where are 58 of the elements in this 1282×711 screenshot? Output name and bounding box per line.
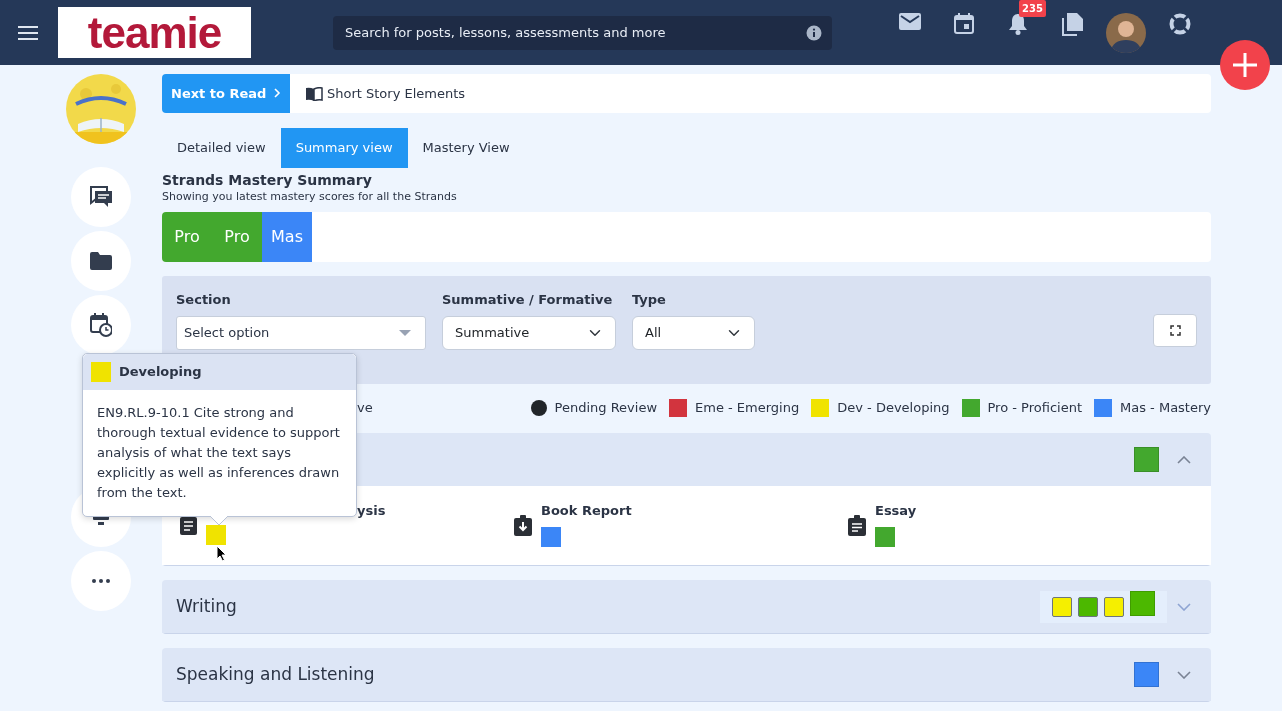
summary-title: Strands Mastery Summary <box>162 171 373 189</box>
filter-label: Type <box>632 291 667 309</box>
fullscreen-button[interactable] <box>1153 314 1197 347</box>
strand-header[interactable]: Speaking and Listening <box>162 648 1211 701</box>
chevron-right-icon <box>273 87 281 98</box>
caret-icon <box>399 329 411 336</box>
calendar-icon[interactable] <box>954 12 974 34</box>
filter-select[interactable]: Summative <box>442 315 616 350</box>
score-square[interactable] <box>541 526 561 547</box>
cursor-icon <box>216 545 227 562</box>
documents-icon[interactable] <box>1061 12 1083 36</box>
mastery-segment: Pro <box>162 212 212 262</box>
info-icon[interactable] <box>806 24 822 41</box>
calendar-clock-icon <box>90 313 112 337</box>
search-input[interactable]: Search for posts, lessons, assessments and more <box>333 22 798 43</box>
clipboard-icon <box>848 515 866 536</box>
lesson-link[interactable]: Short Story Elements <box>327 83 466 104</box>
strand-header[interactable]: Writing <box>162 580 1211 633</box>
view-tab[interactable]: Mastery View <box>407 128 525 168</box>
legend-label: Pending Review <box>554 399 658 418</box>
strand-title: Writing <box>176 594 237 618</box>
add-button[interactable] <box>1220 40 1270 90</box>
search-field[interactable]: Search for posts, lessons, assessments and more <box>333 15 832 50</box>
menu-icon[interactable] <box>18 25 38 40</box>
folder-icon <box>90 252 112 270</box>
mail-icon[interactable] <box>899 12 921 30</box>
filter-select[interactable]: All <box>632 315 755 350</box>
assessment-title[interactable]: Essay <box>875 501 917 521</box>
logo[interactable]: teamie <box>58 7 251 58</box>
bell-icon[interactable] <box>1008 12 1028 35</box>
legend-label: Dev - Developing <box>837 399 950 418</box>
legend-label: Eme - Emerging <box>695 399 800 418</box>
avatar[interactable] <box>1106 12 1146 53</box>
tooltip-title: Developing <box>119 363 202 382</box>
chevron-down-icon[interactable] <box>1177 670 1191 679</box>
book-icon <box>305 86 323 101</box>
summary-subtitle: Showing you latest mastery scores for all the Strands <box>162 189 458 205</box>
assessment-title[interactable]: Book Report <box>541 501 632 521</box>
plus-icon <box>1233 53 1257 77</box>
legend-text: ve <box>357 399 373 418</box>
tooltip-text: EN9.RL.9-10.1 Cite strong and thorough textual evidence to support analysis of what the text says explicitly as well as inferences drawn from the text. <box>96 404 341 502</box>
filter-label: Summative / Formative <box>442 291 614 309</box>
section-dropdown[interactable]: Select option <box>176 315 426 350</box>
filter-label: Section <box>176 291 232 309</box>
strand-title: Speaking and Listening <box>176 662 375 686</box>
notification-badge: 235 <box>1019 0 1046 17</box>
chevron-up-icon[interactable] <box>1177 455 1191 464</box>
fullscreen-icon <box>1169 325 1181 336</box>
score-square[interactable] <box>875 526 895 547</box>
legend-label: Pro - Proficient <box>987 399 1082 418</box>
mastery-segment: Pro <box>212 212 262 262</box>
help-icon[interactable] <box>1169 12 1191 35</box>
more-icon <box>92 579 110 583</box>
clipboard-download-icon <box>514 515 532 536</box>
legend-label: Mas - Mastery <box>1120 399 1211 418</box>
chat-icon <box>90 186 112 208</box>
view-tab[interactable]: Detailed view <box>162 128 281 168</box>
mastery-segment: Mas <box>262 212 312 262</box>
